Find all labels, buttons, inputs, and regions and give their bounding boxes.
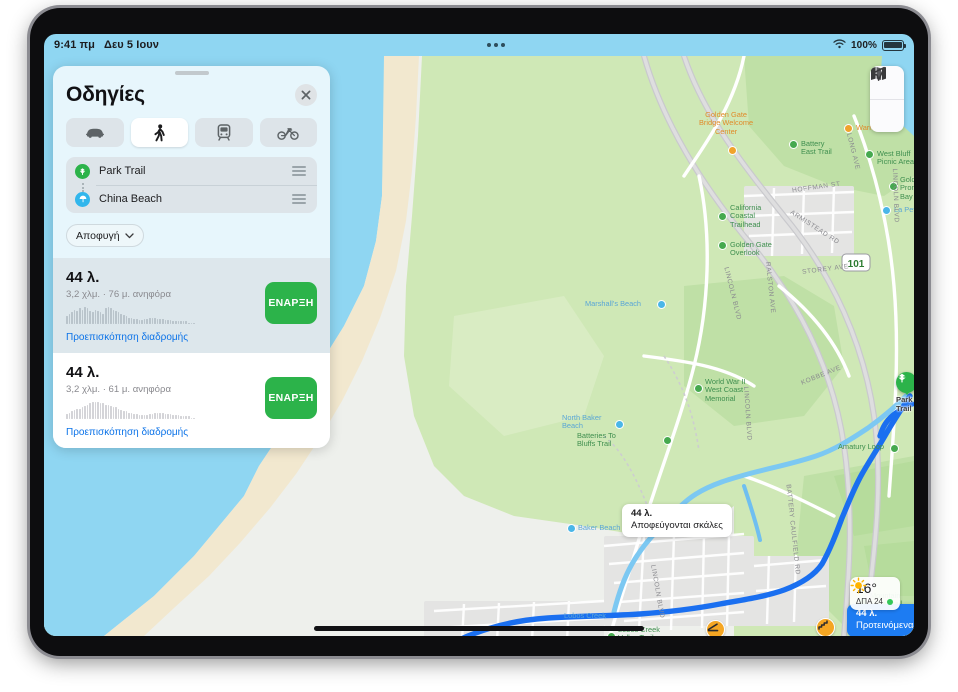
weather-widget[interactable]: 16° ΔΠΑ 24 (849, 577, 900, 610)
aqi-status-dot (887, 598, 893, 605)
chevron-down-icon (124, 232, 134, 238)
avoid-options-button[interactable]: Αποφυγή (66, 224, 144, 247)
park-marker-icon[interactable] (865, 150, 874, 159)
page-title: Οδηγίες (66, 83, 145, 106)
park-trail-pin-label: Park Trail (896, 395, 913, 413)
park-marker-icon[interactable] (694, 384, 703, 393)
walk-icon (154, 123, 165, 141)
sun-icon (850, 577, 867, 594)
trail-pin-icon (898, 373, 906, 383)
water-marker-icon[interactable] (882, 206, 891, 215)
wifi-icon (833, 38, 846, 52)
mode-tab-drive[interactable] (66, 118, 124, 147)
mode-tab-transit[interactable] (195, 118, 253, 147)
park-marker-icon[interactable] (890, 444, 899, 453)
status-date: Δευ 5 Ιουν (103, 39, 159, 51)
park-marker-icon[interactable] (789, 140, 798, 149)
poi-marker-icon[interactable] (844, 124, 853, 133)
close-button[interactable] (295, 84, 317, 106)
tablet-device-frame: 9:41 πμ Δευ 5 Ιουν 100% 101 Golden Gate … (30, 8, 928, 656)
status-bar: 9:41 πμ Δευ 5 Ιουν 100% (44, 34, 914, 56)
park-trail-pin[interactable]: Park Trail (896, 372, 914, 413)
endpoint-row-end[interactable]: China Beach (66, 185, 317, 213)
callout-note: Προτεινόμενα (856, 620, 914, 632)
mode-tab-cycle[interactable] (259, 118, 317, 147)
callout-alt-route[interactable]: 44 λ. Αποφεύγονται σκάλες (622, 504, 732, 538)
callout-duration: 44 λ. (631, 508, 653, 519)
water-marker-icon[interactable] (615, 420, 624, 429)
park-marker-icon[interactable] (889, 182, 898, 191)
locate-me-button[interactable] (870, 66, 904, 132)
route-stairs-badge[interactable] (816, 618, 835, 636)
route-duration: 44 λ. (66, 364, 100, 381)
battery-percent: 100% (851, 39, 877, 51)
stairs-icon (818, 620, 828, 630)
elevation-profile (66, 307, 257, 324)
endpoint-start-name: Park Trail (99, 165, 146, 177)
destination-pin-icon (75, 191, 90, 207)
transport-mode-tabs[interactable] (53, 107, 330, 147)
route-duration: 44 λ. (66, 269, 100, 286)
water-marker-icon[interactable] (567, 524, 576, 533)
route-endpoints[interactable]: Park Trail China Beach (66, 157, 317, 213)
water-marker-icon[interactable] (657, 300, 666, 309)
map-controls[interactable] (870, 66, 904, 132)
park-marker-icon[interactable] (663, 436, 672, 445)
park-marker-icon[interactable] (607, 632, 616, 636)
navigation-arrow-icon (871, 66, 885, 81)
route-preview-link[interactable]: Προεπισκόπηση διαδρομής (66, 427, 257, 438)
route-card[interactable]: 44 λ. 3,2 χλμ. · 61 μ. ανηφόρα Προεπισκό… (53, 353, 330, 448)
mode-tab-walk[interactable] (130, 118, 188, 147)
endpoint-drag-handle[interactable] (292, 166, 306, 176)
route-details: 3,2 χλμ. · 61 μ. ανηφόρα (66, 384, 171, 395)
start-route-button[interactable]: ΕΝΑΡΞΗ (265, 282, 317, 324)
route-preview-link[interactable]: Προεπισκόπηση διαδρομής (66, 332, 257, 343)
car-icon (85, 128, 104, 138)
aqi-label: ΔΠΑ 24 (855, 597, 883, 606)
endpoint-end-name: China Beach (99, 193, 162, 205)
directions-panel[interactable]: Οδηγίες Park Trail China Beach Αποφυγή 4… (53, 66, 330, 448)
bicycle-icon (277, 127, 299, 140)
route-connector-dots (82, 183, 84, 192)
start-pin-icon (75, 163, 90, 179)
route-details: 3,2 χλμ. · 76 μ. ανηφόρα (66, 289, 171, 300)
elevation-profile (66, 402, 257, 419)
multitask-dots-icon[interactable] (159, 43, 833, 47)
route-card[interactable]: 44 λ. 3,2 χλμ. · 76 μ. ανηφόρα Προεπισκό… (53, 258, 330, 353)
park-marker-icon[interactable] (718, 212, 727, 221)
start-route-button[interactable]: ΕΝΑΡΞΗ (265, 377, 317, 419)
avoid-label: Αποφυγή (76, 229, 120, 242)
status-time: 9:41 πμ (54, 39, 95, 51)
endpoint-drag-handle[interactable] (292, 194, 306, 204)
park-marker-icon[interactable] (718, 241, 727, 250)
endpoint-row-start[interactable]: Park Trail (66, 157, 317, 185)
close-icon (301, 90, 311, 100)
route-steep-badge[interactable] (706, 620, 725, 636)
screen: 9:41 πμ Δευ 5 Ιουν 100% 101 Golden Gate … (44, 34, 914, 636)
battery-icon (882, 39, 906, 51)
svg-text:101: 101 (848, 259, 865, 270)
callout-note: Αποφεύγονται σκάλες (631, 520, 723, 532)
poi-marker-icon[interactable] (728, 146, 737, 155)
route-shield-101: 101 (841, 253, 871, 272)
transit-icon (217, 124, 231, 141)
home-indicator[interactable] (314, 626, 644, 631)
route-options-list[interactable]: 44 λ. 3,2 χλμ. · 76 μ. ανηφόρα Προεπισκό… (53, 258, 330, 448)
steep-slope-icon (707, 623, 719, 632)
panel-header: Οδηγίες (53, 75, 330, 107)
